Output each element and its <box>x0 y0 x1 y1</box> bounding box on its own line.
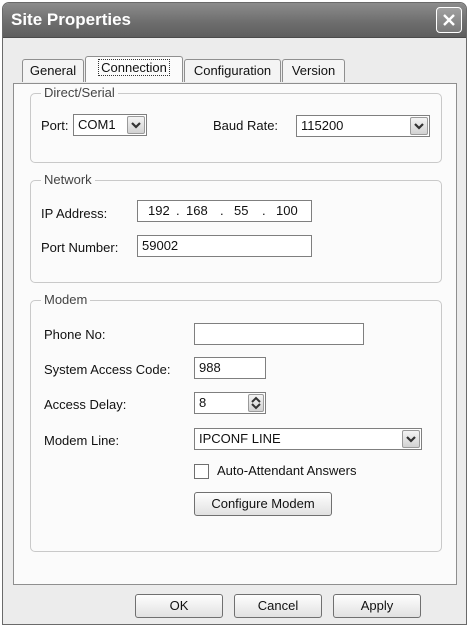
ip-octet-3[interactable]: 55 <box>234 201 248 221</box>
port-label: Port: <box>41 118 69 133</box>
ok-button[interactable]: OK <box>135 594 223 618</box>
port-number-input[interactable]: 59002 <box>137 235 312 257</box>
phone-no-label: Phone No: <box>44 327 106 342</box>
tab-connection[interactable]: Connection <box>85 56 183 82</box>
port-dropdown-button[interactable] <box>127 116 145 134</box>
access-delay-spinner[interactable]: 8 <box>194 392 266 414</box>
configure-modem-button[interactable]: Configure Modem <box>194 492 332 516</box>
phone-no-input[interactable] <box>194 323 364 345</box>
system-access-code-label: System Access Code: <box>44 362 171 377</box>
connection-tab-panel: Direct/Serial Port: COM1 Baud Rate: 1152… <box>13 83 457 585</box>
network-legend: Network <box>41 172 95 187</box>
spin-arrows-icon <box>251 396 261 410</box>
baud-rate-dropdown[interactable]: 115200 <box>296 115 430 137</box>
access-delay-label: Access Delay: <box>44 397 127 412</box>
modem-line-label: Modem Line: <box>44 433 120 448</box>
close-icon <box>443 14 455 26</box>
ip-address-field[interactable]: 192 . 168 . 55 . 100 <box>137 200 312 222</box>
tab-general[interactable]: General <box>22 59 84 82</box>
access-delay-spin-buttons[interactable] <box>248 394 264 412</box>
baud-rate-label: Baud Rate: <box>213 118 279 133</box>
access-delay-value: 8 <box>199 395 207 410</box>
direct-serial-group: Direct/Serial Port: COM1 Baud Rate: 1152… <box>30 85 442 163</box>
modem-group: Modem Phone No: System Access Code: 988 … <box>30 292 442 552</box>
tab-configuration[interactable]: Configuration <box>184 59 281 82</box>
tab-general-label: General <box>29 63 77 78</box>
title-bar: Site Properties <box>3 3 466 38</box>
direct-serial-legend: Direct/Serial <box>41 85 118 100</box>
auto-attendant-checkbox[interactable] <box>194 464 209 479</box>
system-access-code-input[interactable]: 988 <box>194 357 266 379</box>
ip-octet-1[interactable]: 192 <box>148 201 170 221</box>
apply-button[interactable]: Apply <box>333 594 421 618</box>
modem-line-dropdown-button[interactable] <box>402 430 420 448</box>
baud-rate-value: 115200 <box>301 118 344 133</box>
site-properties-dialog: Site Properties General Connection Confi… <box>2 2 467 625</box>
network-group: Network IP Address: 192 . 168 . 55 . 100… <box>30 172 442 283</box>
ip-address-label: IP Address: <box>41 206 108 221</box>
port-value: COM1 <box>78 117 116 132</box>
ip-dot-3: . <box>262 203 266 218</box>
port-dropdown[interactable]: COM1 <box>73 114 147 136</box>
port-number-label: Port Number: <box>41 240 119 255</box>
tab-configuration-label: Configuration <box>193 63 272 78</box>
cancel-button[interactable]: Cancel <box>234 594 322 618</box>
modem-legend: Modem <box>41 292 91 307</box>
tab-version[interactable]: Version <box>282 59 345 82</box>
baud-rate-dropdown-button[interactable] <box>410 117 428 135</box>
close-button[interactable] <box>436 7 462 33</box>
ip-octet-4[interactable]: 100 <box>276 201 298 221</box>
ip-octet-2[interactable]: 168 <box>186 201 208 221</box>
ip-dot-2: . <box>220 203 224 218</box>
tab-connection-label: Connection <box>98 59 170 76</box>
tab-version-label: Version <box>291 63 336 78</box>
ip-dot-1: . <box>176 203 180 218</box>
chevron-down-icon <box>414 123 424 130</box>
chevron-down-icon <box>131 122 141 129</box>
auto-attendant-label[interactable]: Auto-Attendant Answers <box>217 463 356 478</box>
chevron-down-icon <box>406 436 416 443</box>
dialog-title: Site Properties <box>11 10 131 29</box>
modem-line-value: IPCONF LINE <box>199 431 281 446</box>
modem-line-dropdown[interactable]: IPCONF LINE <box>194 428 422 450</box>
